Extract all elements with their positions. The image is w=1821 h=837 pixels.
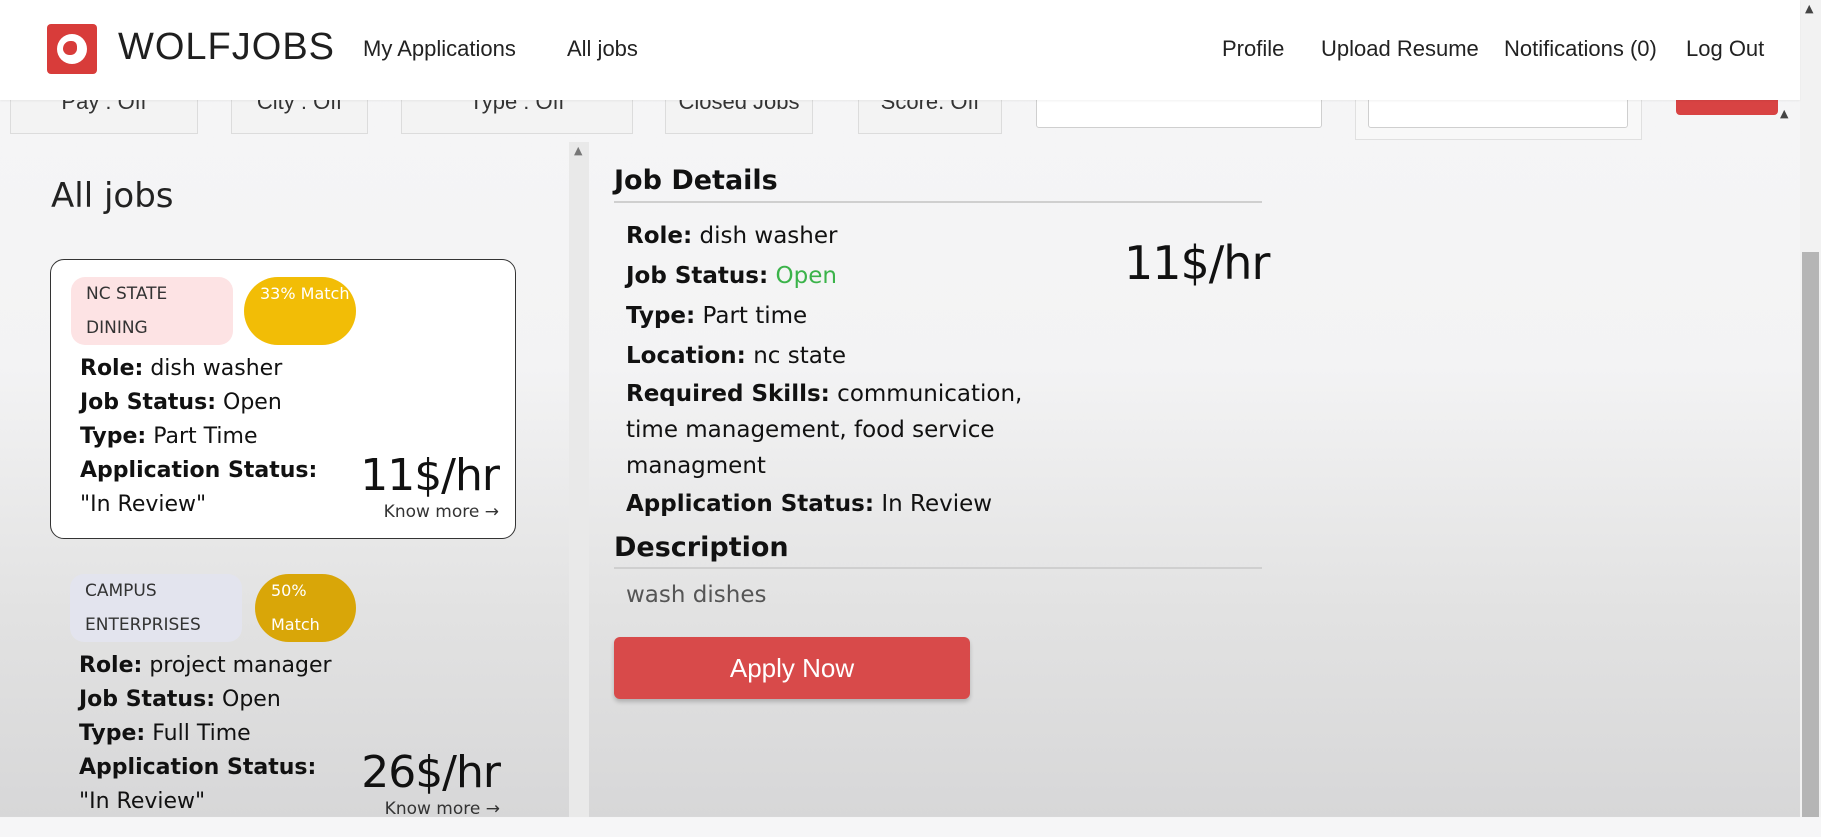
page-scrollbar[interactable]: ▲ ▲ [1780,0,1821,817]
detail-pay: 11$/hr [1124,236,1270,290]
job-type: Part Time [153,424,258,449]
all-jobs-heading: All jobs [51,176,174,216]
job-type: Full Time [152,721,251,746]
job-status: Open [222,687,281,712]
application-status: "In Review" [80,492,207,517]
company-badge: CAMPUS ENTERPRISES [70,574,242,642]
scroll-up-arrow-icon[interactable]: ▲ [1805,2,1813,15]
detail-type: Part time [702,303,808,329]
wolf-logo-icon[interactable] [47,24,97,74]
job-details-info: Role: dish washer Job Status: Open Type:… [626,223,1023,517]
brand-name[interactable]: WOLFJOBS [118,26,335,69]
divider [614,201,1262,203]
know-more-link[interactable]: Know more → [385,799,500,819]
application-status: "In Review" [79,789,206,814]
nav-profile[interactable]: Profile [1222,36,1284,62]
job-details-heading: Job Details [614,165,778,196]
divider [614,567,1262,569]
detail-application-status: In Review [881,491,993,517]
nav-notifications[interactable]: Notifications (0) [1504,36,1657,62]
job-status: Open [223,390,282,415]
job-card-info: Role: dish washer Job Status: Open Type:… [80,356,318,517]
scrollbar-thumb[interactable] [1802,252,1819,817]
top-navbar: WOLFJOBS My Applications All jobs Profil… [0,0,1800,100]
job-pay: 11$/hr [360,450,500,501]
apply-now-button[interactable]: Apply Now [614,637,970,699]
know-more-link[interactable]: Know more → [384,502,499,522]
nav-my-applications[interactable]: My Applications [363,36,516,62]
scroll-up-arrow-icon[interactable]: ▲ [574,144,582,157]
scroll-up-arrow-icon[interactable]: ▲ [1780,107,1788,120]
detail-status: Open [775,263,837,289]
nav-upload-resume[interactable]: Upload Resume [1321,36,1479,62]
description-heading: Description [614,532,789,563]
detail-role: dish washer [699,223,838,249]
match-badge: 33% Match [244,277,356,345]
job-role: project manager [149,653,332,678]
company-badge: NC STATE DINING [71,277,233,345]
job-list-scrollbar[interactable]: ▲ [569,142,589,817]
nav-logout[interactable]: Log Out [1686,36,1764,62]
job-card[interactable]: NC STATE DINING 33% Match Role: dish was… [50,259,516,539]
job-card-info: Role: project manager Job Status: Open T… [79,653,332,814]
job-role: dish washer [150,356,283,381]
detail-location: nc state [753,343,846,369]
match-badge: 50% Match [255,574,356,642]
job-card[interactable]: CAMPUS ENTERPRISES 50% Match Role: proje… [50,557,516,837]
job-pay: 26$/hr [361,747,501,798]
description-text: wash dishes [626,582,767,608]
nav-all-jobs[interactable]: All jobs [567,36,638,62]
